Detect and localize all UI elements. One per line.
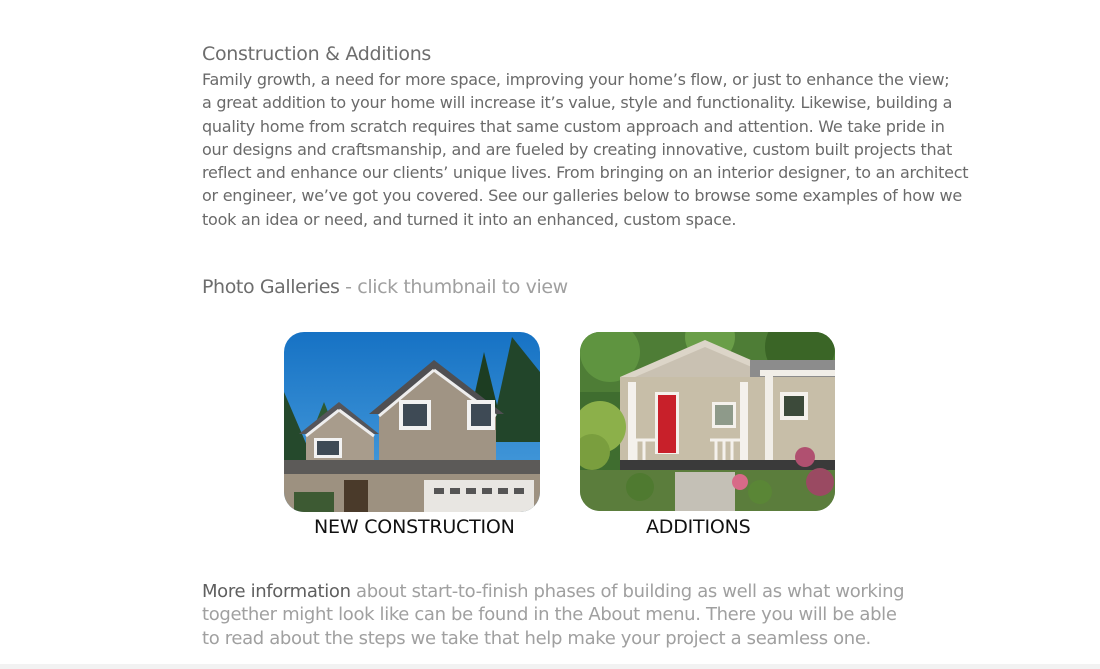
more-info-line: together might look like can be found in… (202, 604, 897, 626)
porch-photo-icon (580, 332, 835, 511)
bottom-divider (0, 664, 1100, 669)
house-photo-icon (284, 332, 540, 512)
gallery-heading-hint: - click thumbnail to view (339, 276, 568, 298)
intro-line: or engineer, we’ve got you covered. See … (202, 186, 962, 206)
new-construction-link[interactable]: NEW CONSTRUCTION (314, 516, 515, 538)
intro-line: our designs and craftsmanship, and are f… (202, 139, 952, 159)
intro-line: a great addition to your home will incre… (202, 93, 953, 113)
intro-line: quality home from scratch requires that … (202, 116, 945, 136)
more-info-text: about start-to-finish phases of building… (350, 581, 905, 602)
more-information-paragraph: More information about start-to-finish p… (202, 580, 922, 650)
intro-line: Family growth, a need for more space, im… (202, 70, 950, 89)
more-info-line: More information about start-to-finish p… (202, 580, 922, 603)
intro-line: reflect and enhance our clients’ unique … (202, 163, 969, 183)
section-title: Construction & Additions (202, 43, 432, 65)
new-construction-thumbnail[interactable] (284, 332, 540, 512)
additions-link[interactable]: ADDITIONS (646, 516, 751, 538)
more-info-line: to read about the steps we take that hel… (202, 627, 871, 649)
intro-paragraph: Family growth, a need for more space, im… (202, 68, 969, 231)
gallery-heading-title: Photo Galleries (202, 276, 340, 298)
more-info-lead: More information (202, 581, 351, 602)
intro-line: took an idea or need, and turned it into… (202, 209, 737, 229)
gallery-heading: Photo Galleries - click thumbnail to vie… (202, 276, 568, 298)
additions-thumbnail[interactable] (580, 332, 835, 511)
